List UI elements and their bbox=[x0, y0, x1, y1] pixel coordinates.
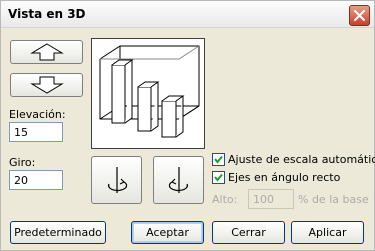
close-window-button[interactable] bbox=[349, 5, 370, 26]
right-angle-axes-label: Ejes en ángulo recto bbox=[228, 171, 341, 184]
close-icon bbox=[354, 10, 365, 21]
rotation-label: Giro: bbox=[9, 156, 36, 169]
elevation-input[interactable] bbox=[9, 122, 63, 142]
bar-chart-3d-preview bbox=[91, 38, 205, 149]
rotate-right-icon bbox=[168, 167, 188, 193]
default-button[interactable]: Predeterminado bbox=[10, 221, 106, 244]
elevation-label: Elevación: bbox=[9, 108, 66, 121]
close-button[interactable]: Cerrar bbox=[212, 221, 285, 244]
rotation-input[interactable] bbox=[9, 170, 63, 190]
height-input[interactable] bbox=[248, 189, 294, 209]
rotate-left-button[interactable] bbox=[91, 156, 142, 204]
elevation-down-button[interactable] bbox=[10, 73, 83, 97]
apply-button[interactable]: Aplicar bbox=[291, 221, 364, 244]
chart-wireframe bbox=[99, 45, 200, 138]
arrow-up-icon bbox=[29, 43, 64, 61]
checkmark-icon bbox=[214, 155, 223, 164]
rotate-left-icon bbox=[107, 167, 127, 193]
accept-button[interactable]: Aceptar bbox=[131, 221, 204, 244]
title-bar: Vista en 3D bbox=[1, 1, 374, 28]
height-suffix: % de la base bbox=[298, 193, 369, 206]
right-angle-axes-checkbox[interactable] bbox=[212, 171, 225, 184]
autoscale-label: Ajuste de escala automático bbox=[228, 153, 375, 166]
height-label: Alto: bbox=[212, 193, 238, 206]
dialog-window: Vista en 3D Elevación: Giro: bbox=[0, 0, 375, 251]
rotate-right-button[interactable] bbox=[153, 156, 204, 204]
dialog-title: Vista en 3D bbox=[8, 7, 86, 21]
checkmark-icon bbox=[214, 173, 223, 182]
elevation-up-button[interactable] bbox=[10, 40, 83, 64]
autoscale-checkbox[interactable] bbox=[212, 153, 225, 166]
arrow-down-icon bbox=[29, 76, 64, 94]
